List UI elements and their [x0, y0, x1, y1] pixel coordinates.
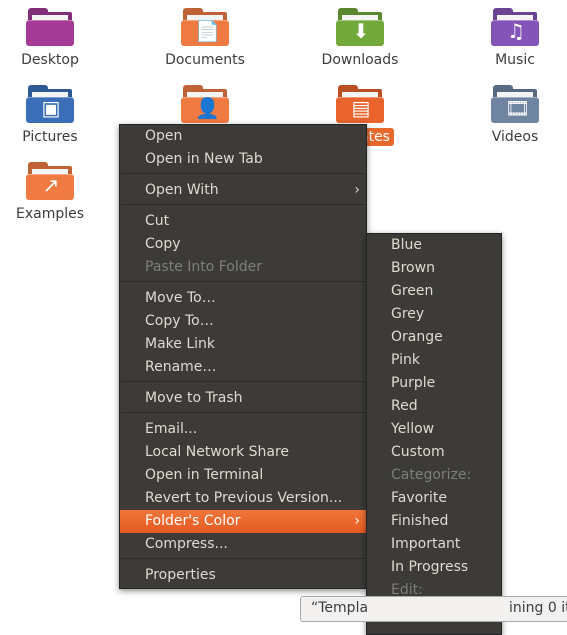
- color-option-categorize: Categorize:: [391, 467, 472, 483]
- menu-item-properties[interactable]: Properties: [120, 564, 366, 587]
- menu-item-make-link[interactable]: Make Link: [120, 333, 366, 356]
- menu-item-label: Move To…: [145, 290, 216, 306]
- folder-music[interactable]: ♫ Music: [465, 6, 565, 69]
- menu-item-cut[interactable]: Cut: [120, 210, 366, 233]
- menu-item-label: Open: [145, 128, 183, 144]
- color-option-grey[interactable]: Grey: [367, 303, 501, 326]
- color-option-blue[interactable]: Blue: [367, 234, 501, 257]
- menu-item-revert-to-previous-version[interactable]: Revert to Previous Version...: [120, 487, 366, 510]
- menu-item-folder-s-color[interactable]: Folder's Color ›: [120, 510, 366, 533]
- public-emblem-icon: 👤: [195, 96, 220, 120]
- menu-item-open-with[interactable]: Open With ›: [120, 179, 366, 202]
- color-option-in-progress[interactable]: In Progress: [367, 556, 501, 579]
- folder-icon: ♫: [491, 6, 539, 46]
- menu-item-move-to[interactable]: Move To…: [120, 287, 366, 310]
- folder-icon: ▤: [336, 83, 384, 123]
- menu-item-label: Make Link: [145, 336, 215, 352]
- folder-icon: ↗: [26, 160, 74, 200]
- folder-icon: ▣: [26, 83, 74, 123]
- menu-item-paste-into-folder: Paste Into Folder: [120, 256, 366, 279]
- menu-item-label: Properties: [145, 567, 216, 583]
- menu-item-label: Move to Trash: [145, 390, 243, 406]
- examples-emblem-icon: ↗: [42, 173, 60, 197]
- folder-icon: 👤: [181, 83, 229, 123]
- menu-item-label: Open in Terminal: [145, 467, 264, 483]
- folder-icon: [26, 6, 74, 46]
- menu-item-label: Copy: [145, 236, 181, 252]
- menu-separator: [121, 558, 365, 559]
- menu-separator: [121, 281, 365, 282]
- context-menu: Open Open in New Tab Open With › Cut Copy Past…: [119, 124, 367, 589]
- menu-item-open[interactable]: Open: [120, 125, 366, 148]
- menu-separator: [121, 173, 365, 174]
- color-option-red[interactable]: Red: [367, 395, 501, 418]
- menu-item-label: Compress...: [145, 536, 228, 552]
- menu-item-local-network-share[interactable]: Local Network Share: [120, 441, 366, 464]
- menu-item-move-to-trash[interactable]: Move to Trash: [120, 387, 366, 410]
- folder-label: Documents: [165, 52, 245, 68]
- status-trailing-text: ining 0 ite: [509, 600, 567, 616]
- menu-item-label: Paste Into Folder: [145, 259, 263, 275]
- folder-icon: ⬇: [336, 6, 384, 46]
- color-option-brown[interactable]: Brown: [367, 257, 501, 280]
- folder-downloads[interactable]: ⬇ Downloads: [310, 6, 410, 69]
- music-emblem-icon: ♫: [507, 19, 525, 43]
- folder-examples[interactable]: ↗ Examples: [0, 160, 100, 223]
- menu-item-rename[interactable]: Rename…: [120, 356, 366, 379]
- folder-pictures[interactable]: ▣ Pictures: [0, 83, 100, 146]
- color-option-favorite[interactable]: Favorite: [367, 487, 501, 510]
- folder-desktop[interactable]: Desktop: [0, 6, 100, 69]
- menu-item-label: Cut: [145, 213, 170, 229]
- submenu-arrow-icon: ›: [354, 513, 360, 529]
- menu-item-label: Open in New Tab: [145, 151, 263, 167]
- menu-item-label: Folder's Color: [145, 513, 241, 529]
- videos-emblem-icon: 🎞: [505, 96, 531, 120]
- color-option-green[interactable]: Green: [367, 280, 501, 303]
- downloads-emblem-icon: ⬇: [352, 19, 370, 43]
- folder-label: Examples: [15, 206, 85, 222]
- folder-label: Desktop: [21, 52, 79, 68]
- templates-emblem-icon: ▤: [351, 96, 371, 120]
- color-option-yellow[interactable]: Yellow: [367, 418, 501, 441]
- desktop-emblem-icon: [40, 20, 62, 42]
- folder-documents[interactable]: 📄 Documents: [155, 6, 255, 69]
- color-option-pink[interactable]: Pink: [367, 349, 501, 372]
- menu-separator: [121, 381, 365, 382]
- color-option-finished[interactable]: Finished: [367, 510, 501, 533]
- folder-label: Music: [495, 52, 535, 68]
- menu-item-copy[interactable]: Copy: [120, 233, 366, 256]
- color-option-custom[interactable]: Custom: [367, 441, 501, 464]
- menu-item-label: Copy To…: [145, 313, 214, 329]
- menu-separator: [121, 412, 365, 413]
- color-option-important[interactable]: Important: [367, 533, 501, 556]
- menu-separator: [121, 204, 365, 205]
- menu-item-email[interactable]: Email...: [120, 418, 366, 441]
- color-option-orange[interactable]: Orange: [367, 326, 501, 349]
- folder-label: Downloads: [321, 52, 399, 68]
- submenu-arrow-icon: ›: [354, 182, 360, 198]
- menu-item-label: Local Network Share: [145, 444, 290, 460]
- menu-item-open-in-new-tab[interactable]: Open in New Tab: [120, 148, 366, 171]
- menu-item-label: Revert to Previous Version...: [145, 490, 343, 506]
- menu-item-label: Email...: [145, 421, 198, 437]
- status-text: “Templa: [311, 600, 369, 616]
- status-bar: “Templa ining 0 ite: [300, 596, 567, 622]
- documents-emblem-icon: 📄: [195, 19, 220, 43]
- menu-item-copy-to[interactable]: Copy To…: [120, 310, 366, 333]
- menu-item-compress[interactable]: Compress...: [120, 533, 366, 556]
- folders-color-submenu: Blue Brown Green Grey Orange Pink Purple Red Yel…: [366, 233, 502, 635]
- folder-label: Videos: [491, 129, 539, 145]
- folder-label: Pictures: [22, 129, 78, 145]
- color-option-purple[interactable]: Purple: [367, 372, 501, 395]
- menu-item-label: Rename…: [145, 359, 217, 375]
- folder-icon: 📄: [181, 6, 229, 46]
- pictures-emblem-icon: ▣: [41, 96, 61, 120]
- folder-icon: 🎞: [491, 83, 539, 123]
- folder-videos[interactable]: 🎞 Videos: [465, 83, 565, 146]
- menu-item-open-in-terminal[interactable]: Open in Terminal: [120, 464, 366, 487]
- menu-item-label: Open With: [145, 182, 219, 198]
